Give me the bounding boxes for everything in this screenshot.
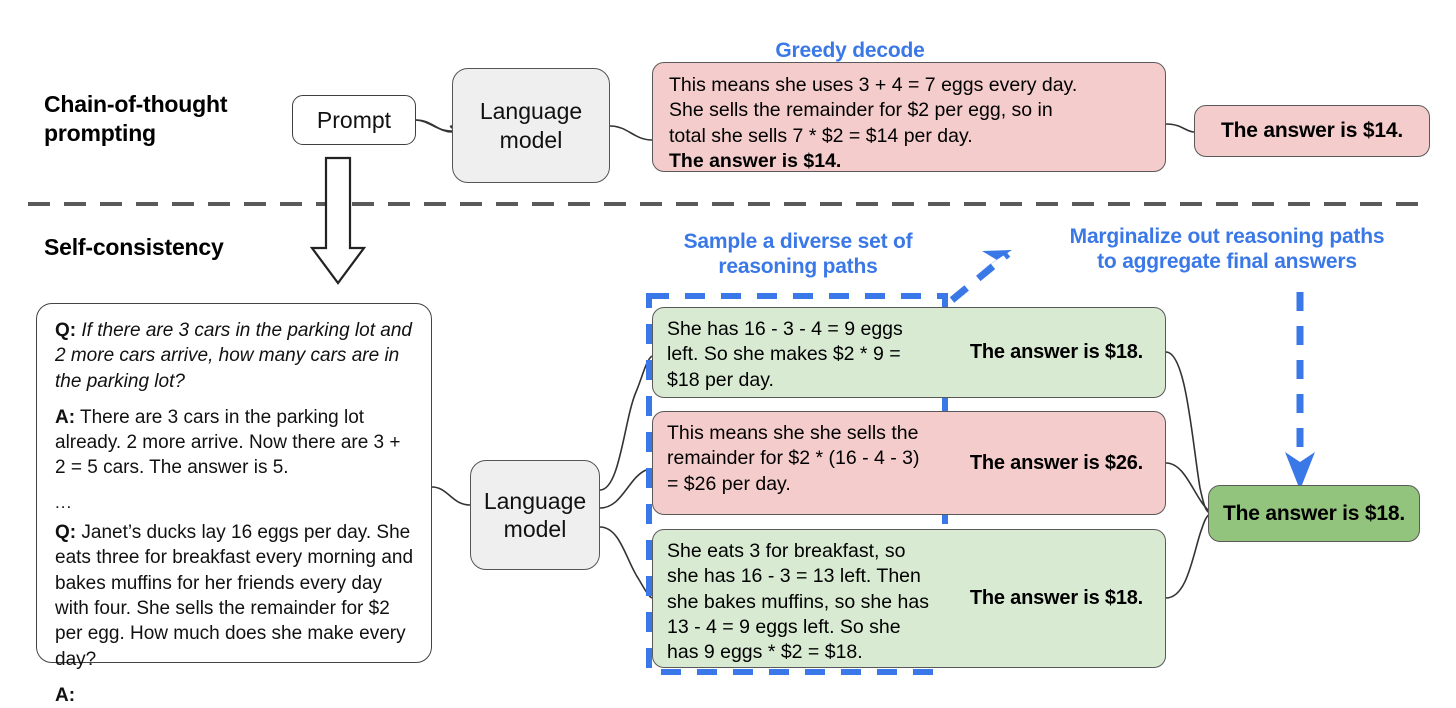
language-model-2-label-line1: Language	[483, 487, 587, 514]
hollow-down-arrow	[309, 156, 367, 285]
marginalize-arrow-head	[978, 250, 1012, 272]
marginalize-arrow-shaft	[949, 251, 1011, 303]
final-answer-box: The answer is $18.	[1208, 485, 1420, 542]
caption-greedy-decode-text: Greedy decode	[775, 39, 925, 62]
connector-output-to-answer	[1165, 123, 1195, 133]
connector-question-to-lm	[431, 486, 471, 506]
language-model-node-bottom[interactable]: Language model	[470, 460, 600, 570]
connector-path1-to-final	[1165, 351, 1211, 514]
reasoning-path-3-text: She eats 3 for breakfast, so she has 16 …	[667, 540, 929, 664]
reasoning-path-box-1: She has 16 - 3 - 4 = 9 eggs left. So she…	[652, 307, 1166, 398]
cot-title-line2: prompting	[44, 119, 156, 146]
final-answer-text: The answer is $18.	[1223, 501, 1405, 525]
caption-marginalize: Marginalize out reasoning paths to aggre…	[1022, 224, 1432, 274]
prompt-panel-ellipsis: ...	[55, 492, 73, 512]
greedy-line-4: The answer is $14.	[669, 150, 842, 173]
q1-text: If there are 3 cars in the parking lot a…	[55, 320, 412, 392]
connector-lm-to-path1	[599, 355, 653, 491]
prompt-panel-a1: A: There are 3 cars in the parking lot a…	[55, 405, 415, 481]
greedy-decode-output-text: This means she uses 3 + 4 = 7 eggs every…	[653, 63, 1091, 173]
caption-marginalize-line2: to aggregate final answers	[1097, 250, 1357, 274]
reasoning-path-1-text: She has 16 - 3 - 4 = 9 eggs left. So she…	[667, 318, 903, 391]
cot-title-line1: Chain-of-thought	[44, 91, 228, 117]
reasoning-path-box-3: She eats 3 for breakfast, so she has 16 …	[652, 529, 1166, 668]
prompt-panel-q1: Q: If there are 3 cars in the parking lo…	[55, 318, 415, 394]
greedy-decode-output-box: This means she uses 3 + 4 = 7 eggs every…	[652, 62, 1166, 172]
section-title-chain-of-thought: Chain-of-thought prompting	[44, 90, 294, 148]
prompt-node[interactable]: Prompt	[292, 95, 416, 145]
cot-final-answer-text: The answer is $14.	[1221, 119, 1403, 142]
prompt-panel-a2: A:	[55, 683, 415, 708]
prompt-node-label: Prompt	[316, 106, 392, 133]
language-model-label-line1: Language	[479, 98, 583, 125]
a1-label: A:	[55, 406, 76, 428]
language-model-node-top[interactable]: Language model	[452, 68, 610, 183]
section-title-self-consistency: Self-consistency	[44, 233, 364, 262]
reasoning-path-1-answer: The answer is $18.	[969, 341, 1144, 363]
prompt-panel-q2: Q: Janet’s ducks lay 16 eggs per day. Sh…	[55, 520, 415, 672]
reasoning-path-3-answer: The answer is $18.	[969, 587, 1144, 609]
reasoning-path-2-text: This means she she sells the remainder f…	[667, 422, 920, 495]
greedy-line-1: This means she uses 3 + 4 = 7 eggs every…	[669, 74, 1078, 96]
connector-lm-to-path3	[599, 526, 653, 599]
connector-path3-to-final	[1165, 513, 1211, 599]
greedy-line-2: She sells the remainder for $2 per egg, …	[669, 99, 1053, 122]
q1-label: Q:	[55, 320, 77, 341]
few-shot-prompt-panel: Q: If there are 3 cars in the parking lo…	[36, 303, 432, 706]
reasoning-path-box-2: This means she she sells the remainder f…	[652, 411, 1166, 515]
connector-prompt-to-lm	[415, 119, 457, 133]
self-consistency-title-text: Self-consistency	[44, 234, 224, 260]
a2-label: A:	[55, 684, 76, 706]
q2-label: Q:	[55, 522, 77, 544]
caption-sample-line2: reasoning paths	[718, 255, 878, 279]
a1-text: There are 3 cars in the parking lot alre…	[55, 406, 401, 479]
caption-sample-paths: Sample a diverse set of reasoning paths	[643, 229, 953, 279]
connector-lm-to-output	[609, 125, 653, 141]
greedy-line-3: total she sells 7 * $2 = $14 per day.	[669, 124, 973, 147]
connector-lm-to-path2	[599, 469, 647, 509]
q2-text: Janet’s ducks lay 16 eggs per day. She e…	[55, 522, 414, 670]
reasoning-path-2-answer: The answer is $26.	[969, 451, 1144, 474]
cot-final-answer-box: The answer is $14.	[1194, 105, 1430, 157]
connector-path2-to-final	[1165, 462, 1211, 513]
language-model-2-label-line2: model	[503, 516, 567, 542]
caption-greedy-decode: Greedy decode	[700, 38, 1000, 63]
caption-sample-line1: Sample a diverse set of	[683, 230, 913, 253]
language-model-label-line2: model	[499, 126, 563, 153]
caption-marginalize-line1: Marginalize out reasoning paths	[1069, 225, 1385, 248]
